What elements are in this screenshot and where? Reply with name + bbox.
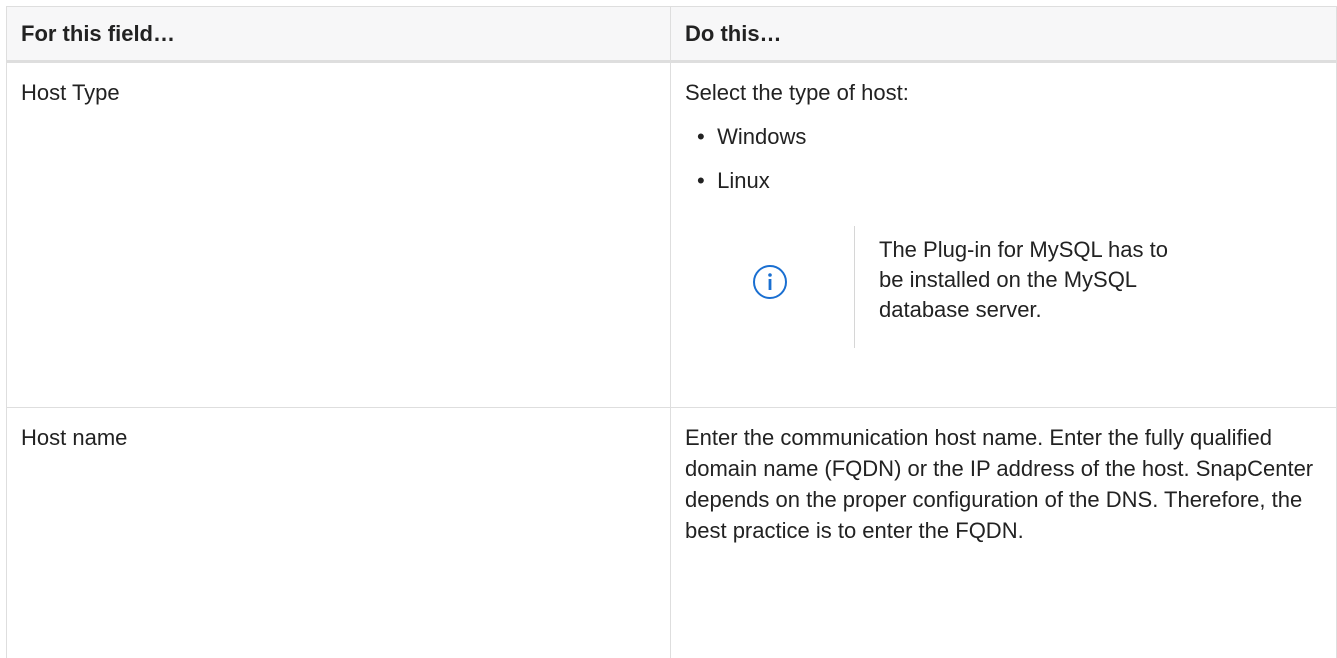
field-name: Host name	[21, 425, 128, 450]
table-header-row: For this field… Do this…	[6, 6, 1337, 63]
column-header-field: For this field…	[6, 6, 671, 63]
action-cell: Enter the communication host name. Enter…	[670, 407, 1337, 658]
instruction-text: Select the type of host:	[685, 80, 909, 105]
field-name: Host Type	[21, 80, 120, 105]
field-instructions-table: For this field… Do this… Host Type Selec…	[6, 6, 1337, 658]
info-note: The Plug-in for MySQL has to be installe…	[685, 226, 1322, 348]
note-icon-column	[685, 226, 855, 348]
option-label: Linux	[717, 168, 770, 193]
bullet: •	[697, 168, 705, 193]
bullet: •	[697, 124, 705, 149]
table-header: For this field… Do this…	[6, 6, 1337, 63]
table-row-host-type: Host Type Select the type of host: • Win…	[6, 61, 1337, 408]
option-label: Windows	[717, 124, 807, 149]
table-row-host-name: Host name Enter the communication host n…	[6, 407, 1337, 658]
column-header-action: Do this…	[670, 6, 1337, 63]
list-item: • Windows	[697, 121, 1322, 152]
note-text: The Plug-in for MySQL has to be installe…	[879, 237, 1168, 322]
instruction-text: Enter the communication host name. Enter…	[685, 425, 1314, 543]
field-cell: Host Type	[6, 61, 671, 408]
host-type-options: • Windows • Linux	[685, 121, 1322, 196]
info-icon	[752, 265, 787, 299]
action-cell: Select the type of host: • Windows • Lin…	[670, 61, 1337, 408]
list-item: • Linux	[697, 165, 1322, 196]
field-cell: Host name	[6, 407, 671, 658]
